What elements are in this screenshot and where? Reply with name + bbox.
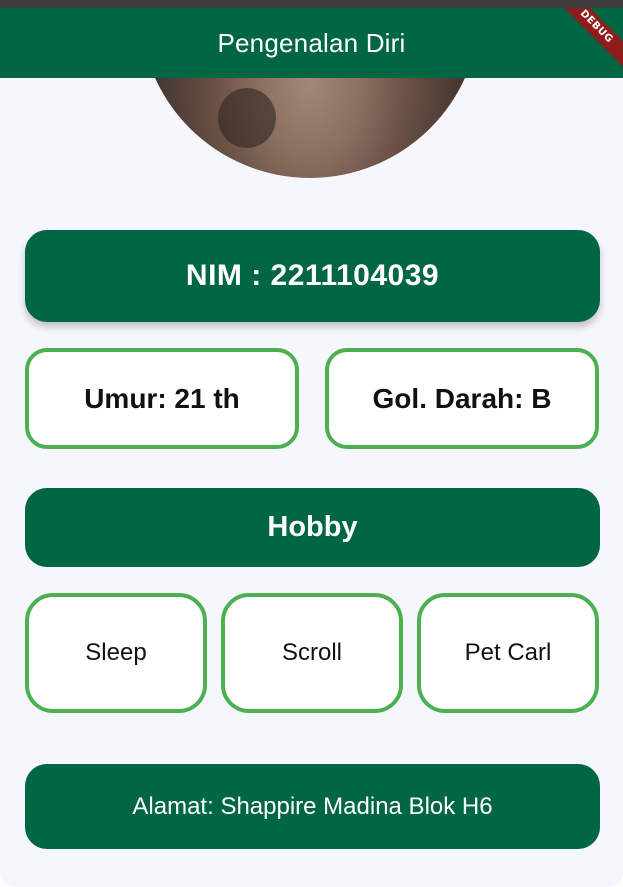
hobby-item-pet-carl: Pet Carl bbox=[417, 593, 599, 713]
profile-photo-frame bbox=[0, 78, 623, 180]
profile-photo bbox=[140, 78, 480, 178]
nim-text: NIM : 2211104039 bbox=[185, 259, 440, 292]
hobby-item-scroll: Scroll bbox=[221, 593, 403, 713]
page-body: NIM : 2211104039 Umur: 21 th Gol. Darah:… bbox=[0, 78, 623, 887]
hobby-header-text: Hobby bbox=[267, 511, 358, 543]
blood-type-text: Gol. Darah: B bbox=[372, 382, 552, 414]
hobby-header: Hobby bbox=[25, 488, 600, 567]
hobby-item-sleep: Sleep bbox=[25, 593, 207, 713]
app-bar-title: Pengenalan Diri bbox=[217, 27, 406, 58]
hobby-item-label: Sleep bbox=[85, 639, 147, 666]
hobby-item-label: Pet Carl bbox=[464, 639, 552, 666]
status-bar bbox=[0, 0, 623, 8]
app-bar: Pengenalan Diri DEBUG bbox=[0, 8, 623, 78]
address-card: Alamat: Shappire Madina Blok H6 bbox=[25, 764, 600, 849]
nim-card: NIM : 2211104039 bbox=[25, 230, 600, 322]
age-text: Umur: 21 th bbox=[84, 382, 240, 414]
address-text: Alamat: Shappire Madina Blok H6 bbox=[132, 792, 493, 820]
blood-type-card: Gol. Darah: B bbox=[325, 348, 599, 449]
debug-banner: DEBUG bbox=[550, 8, 623, 73]
age-card: Umur: 21 th bbox=[25, 348, 299, 449]
hobby-item-label: Scroll bbox=[281, 639, 342, 666]
